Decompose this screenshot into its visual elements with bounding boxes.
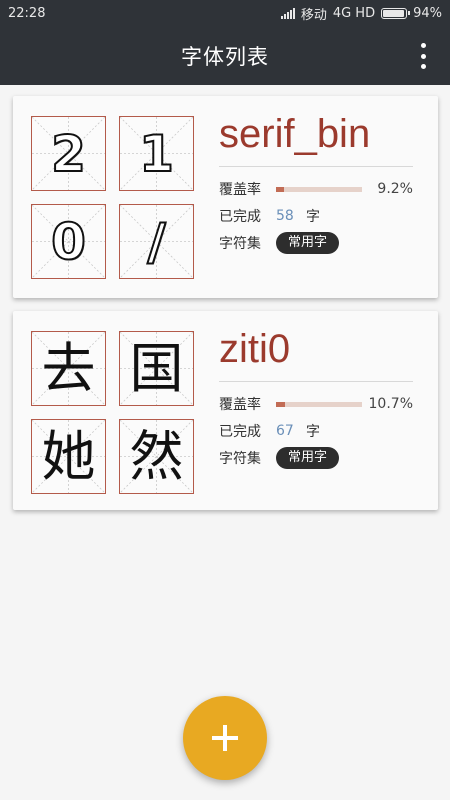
glyph-cell: 1 — [119, 116, 194, 191]
charset-row: 字符集 常用字 — [219, 447, 413, 469]
coverage-bar-fill — [276, 401, 286, 407]
char-unit: 字 — [306, 424, 320, 440]
completed-row: 已完成 67 字 — [219, 420, 413, 442]
glyph-char: 然 — [129, 424, 184, 488]
glyph-cell: 0 — [31, 204, 106, 279]
font-info: ziti0 覆盖率 10.7% 已完成 67 字 字符集 常用字 — [219, 329, 413, 474]
page-title: 字体列表 — [181, 44, 269, 69]
status-carrier: 移动 — [300, 7, 327, 23]
font-card[interactable]: 去 国 她 然 ziti0 覆盖率 10.7% 已完成 67 字 字符集 常用字 — [13, 311, 438, 510]
font-name: ziti0 — [219, 327, 291, 371]
battery-icon — [381, 7, 411, 19]
coverage-bar-fill — [276, 186, 284, 192]
status-bar: 22:28 移动 4G HD 94% — [0, 0, 450, 26]
coverage-percent: 10.7% — [368, 396, 413, 412]
glyph-char: 0 — [50, 212, 87, 271]
app-bar: 字体列表 — [0, 26, 450, 85]
glyph-char: 国 — [129, 336, 184, 400]
charset-label: 字符集 — [219, 236, 261, 252]
add-font-button[interactable] — [183, 696, 267, 780]
more-vert-icon[interactable] — [418, 43, 428, 69]
glyph-cell: 去 — [31, 331, 106, 406]
completed-row: 已完成 58 字 — [219, 205, 413, 227]
charset-label: 字符集 — [219, 451, 261, 467]
glyph-char: 去 — [41, 336, 96, 400]
completed-label: 已完成 — [219, 209, 261, 225]
glyph-cell: / — [119, 204, 194, 279]
font-info: serif_bin 覆盖率 9.2% 已完成 58 字 字符集 常用字 — [219, 114, 413, 259]
font-name: serif_bin — [219, 112, 371, 156]
charset-chip[interactable]: 常用字 — [276, 232, 340, 254]
font-list: 2 1 0 / serif_bin 覆盖率 9.2% 已完成 58 字 字符集 … — [13, 96, 438, 523]
divider — [219, 381, 413, 382]
divider — [219, 166, 413, 167]
glyph-char: 2 — [50, 124, 87, 183]
char-unit: 字 — [306, 209, 320, 225]
status-network: 4G HD — [332, 5, 376, 21]
coverage-row: 覆盖率 10.7% — [219, 393, 413, 415]
status-battery-percent: 94% — [413, 5, 442, 21]
completed-count: 67 — [276, 423, 294, 439]
coverage-label: 覆盖率 — [219, 182, 261, 198]
add-icon — [212, 725, 238, 751]
glyph-char: 1 — [138, 124, 175, 183]
glyph-cell: 2 — [31, 116, 106, 191]
coverage-percent: 9.2% — [377, 181, 413, 197]
coverage-bar — [276, 401, 362, 407]
completed-label: 已完成 — [219, 424, 261, 440]
status-time: 22:28 — [8, 5, 46, 21]
charset-chip[interactable]: 常用字 — [276, 447, 340, 469]
completed-count: 58 — [276, 208, 294, 224]
glyph-cell: 国 — [119, 331, 194, 406]
signal-icon — [280, 7, 295, 19]
font-card[interactable]: 2 1 0 / serif_bin 覆盖率 9.2% 已完成 58 字 字符集 … — [13, 96, 438, 298]
glyph-cell: 她 — [31, 419, 106, 494]
charset-row: 字符集 常用字 — [219, 232, 413, 254]
coverage-row: 覆盖率 9.2% — [219, 178, 413, 200]
glyph-cell: 然 — [119, 419, 194, 494]
coverage-bar — [276, 186, 362, 192]
coverage-label: 覆盖率 — [219, 397, 261, 413]
glyph-char: 她 — [41, 424, 96, 488]
glyph-char: / — [146, 212, 166, 271]
